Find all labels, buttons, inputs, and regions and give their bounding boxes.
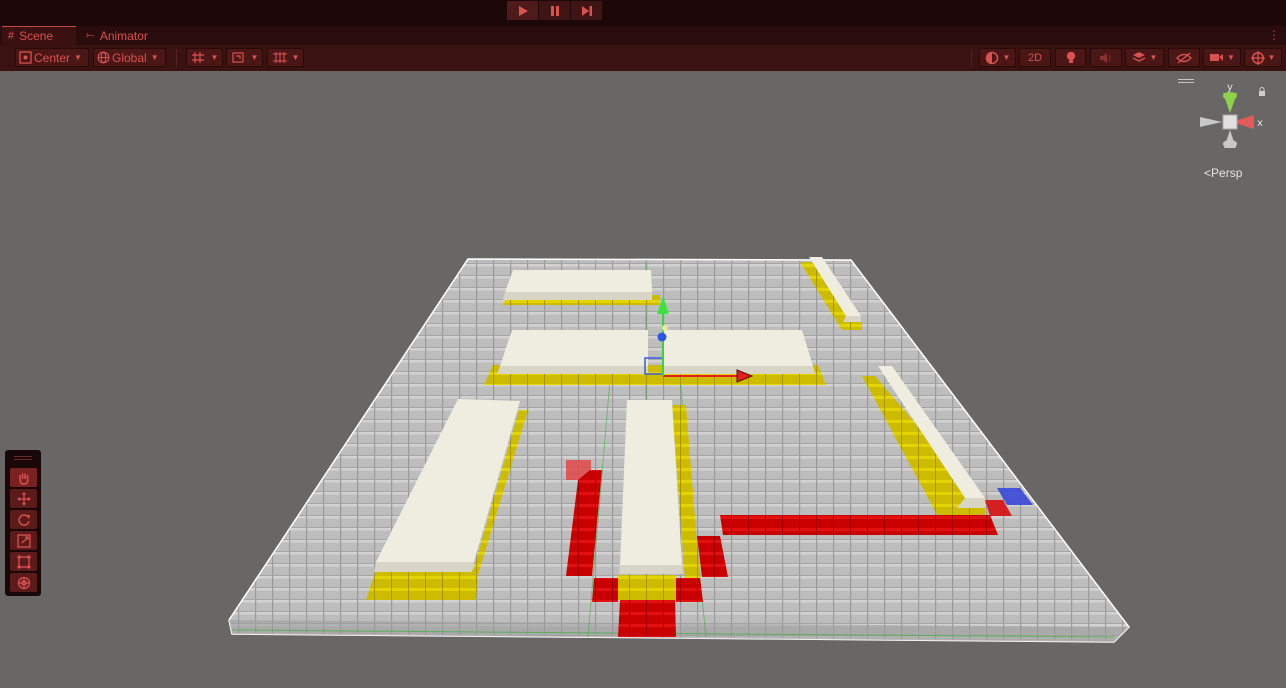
effects-layers-icon <box>1132 52 1145 62</box>
rect-tool-button[interactable] <box>10 552 37 571</box>
scene-view[interactable]: y x <Persp <box>0 71 1286 688</box>
audio-toggle[interactable] <box>1090 48 1122 67</box>
scene-toolbar: Center ▼ Global ▼ ▼ ▼ ▼ ▼ 2D ▼ ▼ ▼ <box>0 45 1286 72</box>
animator-icon: ⤚ <box>86 29 95 41</box>
lightbulb-icon <box>1066 51 1075 63</box>
grid-snap-icon <box>191 52 204 63</box>
mode-2d-toggle[interactable]: 2D <box>1019 48 1051 67</box>
shading-icon <box>985 51 998 64</box>
chevron-down-icon: ▼ <box>1227 53 1235 62</box>
step-icon <box>581 5 592 16</box>
rect-transform-icon <box>17 555 30 568</box>
lighting-toggle[interactable] <box>1055 48 1086 67</box>
toolbar-separator <box>176 49 177 67</box>
wall-block[interactable] <box>503 270 652 300</box>
gizmos-dropdown[interactable]: ▼ <box>1244 48 1282 67</box>
chevron-down-icon: ▼ <box>150 53 159 62</box>
orientation-gizmo[interactable]: y x <box>1196 80 1270 154</box>
snap-increment-icon <box>231 52 244 63</box>
chevron-down-icon: ▼ <box>1267 53 1276 62</box>
play-mode-bar <box>0 0 1286 26</box>
scene-visibility-toggle[interactable] <box>1168 48 1200 67</box>
red-path-tile[interactable] <box>676 578 703 602</box>
move-tool-button[interactable] <box>10 489 37 508</box>
transform-icon <box>17 576 30 589</box>
increment-snap-toggle[interactable]: ▼ <box>226 48 263 67</box>
tab-scene-label: Scene <box>19 29 54 43</box>
draw-mode-dropdown[interactable]: ▼ <box>979 48 1016 67</box>
grid-icon: # <box>8 30 15 42</box>
rotate-tool-button[interactable] <box>10 510 37 529</box>
projection-label: Persp <box>1211 166 1243 180</box>
pause-button[interactable] <box>539 1 570 20</box>
space-dropdown[interactable]: Global ▼ <box>93 48 166 67</box>
chevron-down-icon: ▼ <box>1002 53 1011 62</box>
scene-overlay-menu-icon[interactable] <box>1178 79 1194 80</box>
yellow-block[interactable] <box>366 570 478 600</box>
pause-icon <box>550 5 559 16</box>
toolbar-separator <box>971 49 972 67</box>
grid-visibility-toggle[interactable]: ▼ <box>267 48 304 67</box>
pivot-dropdown[interactable]: Center ▼ <box>15 48 89 67</box>
scale-icon <box>16 533 31 548</box>
red-path-tile[interactable] <box>592 578 618 602</box>
hand-tool-button[interactable] <box>10 468 37 487</box>
tab-animator[interactable]: ⤚ Animator <box>80 26 160 45</box>
chevron-down-icon: ▼ <box>250 53 259 62</box>
tab-scene[interactable]: # Scene <box>2 26 76 45</box>
wall-block[interactable] <box>664 330 815 374</box>
grid-snap-toggle[interactable]: ▼ <box>186 48 223 67</box>
audio-icon <box>1100 52 1111 63</box>
projection-icon: < <box>1204 166 1212 180</box>
red-path-tile[interactable] <box>618 600 676 637</box>
tab-menu-icon[interactable]: ⋮ <box>1268 28 1280 42</box>
hand-icon <box>18 473 29 485</box>
x-axis-label: x <box>1257 118 1263 129</box>
wall-block[interactable] <box>497 330 648 374</box>
chevron-down-icon: ▼ <box>291 53 300 62</box>
globe-icon <box>97 51 110 64</box>
pivot-center-icon <box>19 51 32 64</box>
y-axis-label: y <box>1227 82 1233 93</box>
effects-dropdown[interactable]: ▼ <box>1125 48 1164 67</box>
tab-bar: # Scene ⤚ Animator ⋮ <box>0 26 1286 45</box>
space-label: Global <box>112 50 147 65</box>
tab-animator-label: Animator <box>99 28 148 43</box>
camera-icon <box>1210 54 1224 61</box>
scale-tool-button[interactable] <box>10 531 37 550</box>
transform-tool-button[interactable] <box>10 573 37 592</box>
play-button[interactable] <box>507 1 538 20</box>
chevron-down-icon: ▼ <box>210 53 219 62</box>
wall-block[interactable] <box>619 400 683 574</box>
move-icon <box>16 491 31 506</box>
play-icon <box>518 5 528 16</box>
chevron-down-icon: ▼ <box>1149 53 1158 62</box>
gizmos-icon <box>1250 50 1265 65</box>
mode-2d-label: 2D <box>1027 51 1043 64</box>
tool-palette <box>5 450 41 596</box>
pivot-label: Center <box>34 50 71 65</box>
chevron-down-icon: ▼ <box>74 53 82 62</box>
hidden-eye-icon <box>1176 51 1192 64</box>
grid-visibility-icon <box>272 52 287 63</box>
play-controls <box>507 1 602 20</box>
projection-toggle[interactable]: <Persp <box>1204 166 1242 180</box>
scene-render[interactable] <box>0 71 1286 688</box>
tool-palette-grip[interactable] <box>14 456 32 457</box>
rotate-icon <box>17 513 30 526</box>
camera-settings-dropdown[interactable]: ▼ <box>1203 48 1241 67</box>
step-button[interactable] <box>571 1 602 20</box>
red-path-tile[interactable] <box>720 515 998 535</box>
yellow-block[interactable] <box>616 575 678 600</box>
